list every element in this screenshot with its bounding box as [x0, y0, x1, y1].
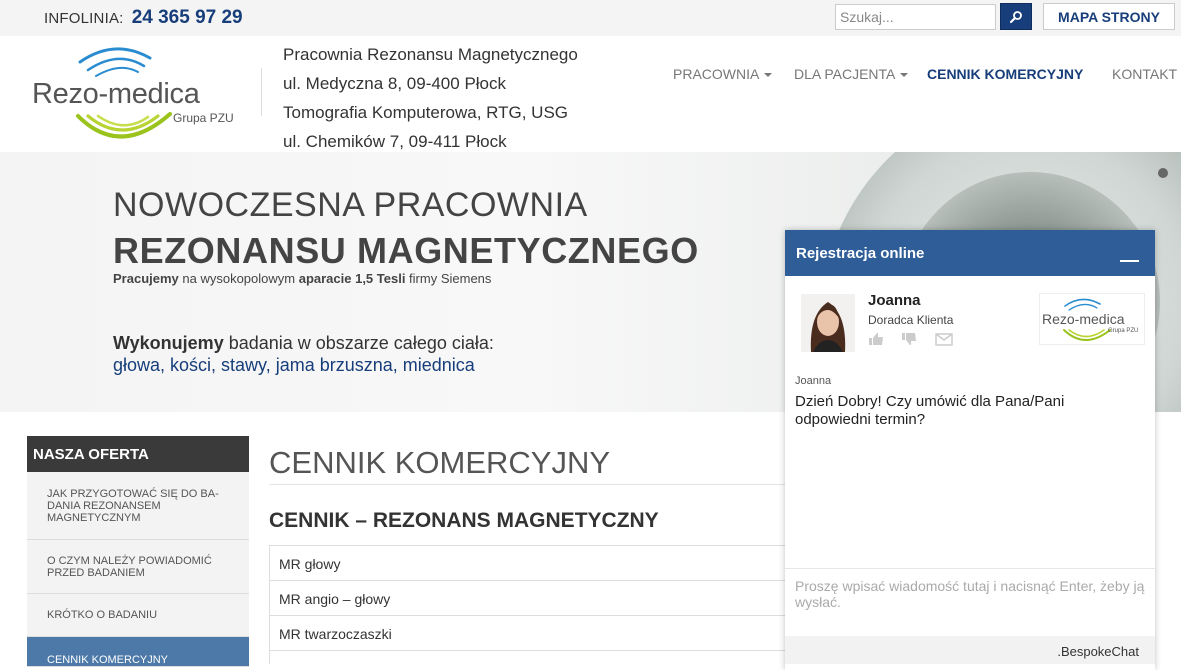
chat-widget: Rejestracja online Joanna Doradca Klient… — [785, 230, 1155, 670]
header: Rezo-medica Grupa PZU Pracownia Rezonans… — [0, 36, 1181, 152]
search-button[interactable] — [1000, 3, 1032, 30]
hero-body-parts: głowa, kości, stawy, jama brzuszna, mied… — [113, 355, 475, 375]
chat-branding[interactable]: .BespokeChat — [785, 636, 1155, 664]
nav-kontakt[interactable]: KONTAKT — [1112, 66, 1177, 82]
price-row: MR angio – głowy — [269, 580, 789, 615]
nav-dla-pacjenta[interactable]: DLA PACJENTA — [794, 66, 909, 82]
chat-message-input[interactable] — [785, 568, 1155, 636]
minimize-icon[interactable] — [1120, 260, 1139, 262]
logo-divider — [261, 68, 262, 116]
hero-subtext-part: firmy Siemens — [405, 271, 492, 286]
hero-subtext-part: na wysokopolowym — [178, 271, 299, 286]
message-text: Dzień Dobry! Czy umówić dla Pana/Pani od… — [795, 393, 1065, 428]
caret-down-icon — [764, 73, 773, 78]
message-sender: Joanna — [795, 375, 832, 387]
hero-services-bold: Wykonujemy — [113, 333, 224, 353]
thumbs-up-icon[interactable] — [868, 332, 886, 346]
hero-heading-line1: NOWOCZESNA PRACOWNIA — [113, 186, 588, 224]
hero-subtext-bold: aparacie 1,5 Tesli — [298, 271, 406, 286]
caret-down-icon — [900, 73, 909, 78]
sidebar-item-jak-przygotowac[interactable]: JAK PRZYGOTOWAĆ SIĘ DO BA-DANIA REZONANS… — [27, 472, 249, 540]
sitemap-button[interactable]: MAPA STRONY — [1043, 3, 1175, 30]
chat-company-logo: Rezo-medica Grupa PZU — [1039, 293, 1145, 345]
nav-cennik-komercyjny[interactable]: CENNIK KOMERCYJNY — [927, 66, 1083, 82]
hero-heading-line2: REZONANSU MAGNETYCZNEGO — [113, 230, 699, 271]
hero-subtext: Pracujemy na wysokopolowym aparacie 1,5 … — [113, 271, 491, 286]
hero-services-intro: Wykonujemy badania w obszarze całego cia… — [113, 333, 494, 354]
hero-services-text: badania w obszarze całego ciała: — [223, 333, 494, 353]
logo-subtext: Grupa PZU — [173, 111, 234, 125]
hotline-label: INFOLINIA: — [44, 10, 124, 27]
agent-role: Doradca Klienta — [868, 313, 954, 327]
address-line: Tomografia Komputerowa, RTG, USG — [283, 103, 569, 122]
top-bar: INFOLINIA: 24 365 97 29 MAPA STRONY — [0, 0, 1181, 36]
thumbs-down-icon[interactable] — [901, 332, 919, 346]
chat-logo-subtext: Grupa PZU — [1108, 328, 1139, 334]
sidebar-item-o-czym-powiadomic[interactable]: O CZYM NALEŻY POWIADOMIĆ PRZED BADANIEM — [27, 540, 249, 594]
nav-label: DLA PACJENTA — [794, 66, 896, 82]
slider-dot[interactable] — [1158, 168, 1168, 178]
hotline: INFOLINIA: 24 365 97 29 — [44, 7, 243, 29]
sidebar-title: NASZA OFERTA — [27, 436, 249, 472]
address-block: Pracownia Rezonansu Magnetycznego ul. Me… — [283, 40, 578, 156]
hero-subtext-bold: Pracujemy — [113, 271, 179, 286]
hotline-number[interactable]: 24 365 97 29 — [132, 7, 243, 28]
price-row: MR głowy — [269, 545, 789, 580]
price-row — [269, 650, 789, 664]
magnifier-icon — [1009, 10, 1022, 23]
logo-text: Rezo-medica — [32, 78, 200, 110]
chat-title: Rejestracja online — [796, 245, 925, 262]
nav-pracownia[interactable]: PRACOWNIA — [673, 66, 773, 82]
sidebar-item-krotko-o-badaniu[interactable]: KRÓTKO O BADANIU — [27, 594, 249, 637]
address-line: ul. Medyczna 8, 09-400 Płock — [283, 74, 507, 93]
email-icon[interactable] — [935, 332, 953, 346]
agent-name: Joanna — [868, 292, 921, 309]
title-divider — [269, 484, 789, 485]
nav-label: PRACOWNIA — [673, 66, 760, 82]
chat-logo-text: Rezo-medica — [1042, 311, 1125, 327]
address-line: Pracownia Rezonansu Magnetycznego — [283, 45, 578, 64]
sidebar-item-cennik-komercyjny[interactable]: CENNIK KOMERCYJNY — [27, 637, 249, 667]
page-title: CENNIK KOMERCYJNY — [269, 445, 611, 480]
price-row: MR twarzoczaszki — [269, 615, 789, 650]
rezo-medica-logo[interactable]: Rezo-medica Grupa PZU — [30, 40, 245, 150]
agent-avatar — [801, 294, 855, 352]
section-title: CENNIK – REZONANS MAGNETYCZNY — [269, 509, 659, 532]
search-input[interactable] — [835, 4, 996, 30]
chat-header[interactable]: Rejestracja online — [785, 230, 1155, 276]
